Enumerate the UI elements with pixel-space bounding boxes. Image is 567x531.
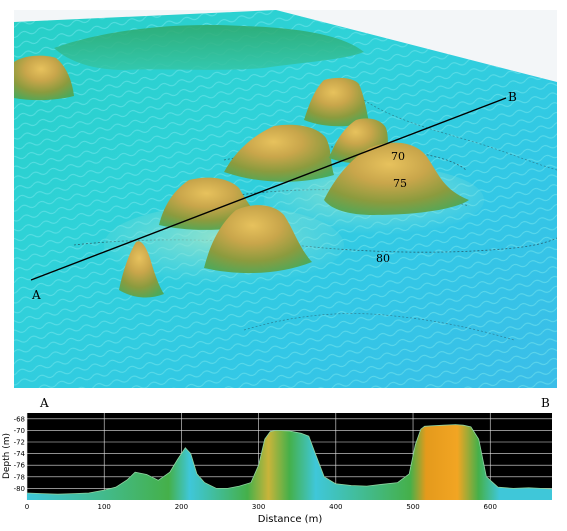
- x-tick-label: 0: [25, 503, 29, 511]
- y-tick-label: -80: [14, 485, 25, 493]
- profile-label-a: A: [40, 396, 49, 410]
- x-tick-label: 300: [252, 503, 265, 511]
- y-tick-label: -68: [14, 415, 25, 423]
- x-tick-labels: 0 100 200 300 400 500 600: [25, 503, 497, 511]
- contour-label-70: 70: [391, 150, 405, 163]
- x-axis-label: Distance (m): [258, 514, 323, 525]
- y-axis-label: Depth (m): [2, 433, 12, 479]
- profile-label-b: B: [541, 396, 550, 410]
- x-tick-label: 400: [329, 503, 342, 511]
- bathymetry-map: [14, 10, 557, 388]
- depth-profile-chart: 0 100 200 300 400 500 600 -68 -70 -72 -74 -76 -78 -8…: [0, 412, 567, 527]
- x-tick-label: 200: [175, 503, 188, 511]
- transect-label-a: A: [32, 288, 41, 302]
- y-tick-labels: -68 -70 -72 -74 -76 -78 -80: [14, 415, 26, 493]
- y-tick-label: -78: [14, 473, 25, 481]
- depth-profile-svg: 0 100 200 300 400 500 600 -68 -70 -72 -74 -76 -78 -8…: [2, 413, 553, 525]
- contour-label-75: 75: [393, 177, 407, 190]
- x-tick-label: 500: [406, 503, 419, 511]
- y-tick-label: -74: [14, 450, 26, 458]
- x-tick-label: 100: [98, 503, 111, 511]
- contour-label-80: 80: [376, 252, 390, 265]
- y-tick-label: -70: [14, 427, 25, 435]
- x-tick-label: 600: [484, 503, 497, 511]
- y-tick-label: -72: [14, 439, 25, 447]
- y-tick-label: -76: [14, 462, 26, 470]
- transect-label-b: B: [508, 90, 517, 104]
- bathymetry-3d-view: A B 70 75 80: [14, 10, 557, 388]
